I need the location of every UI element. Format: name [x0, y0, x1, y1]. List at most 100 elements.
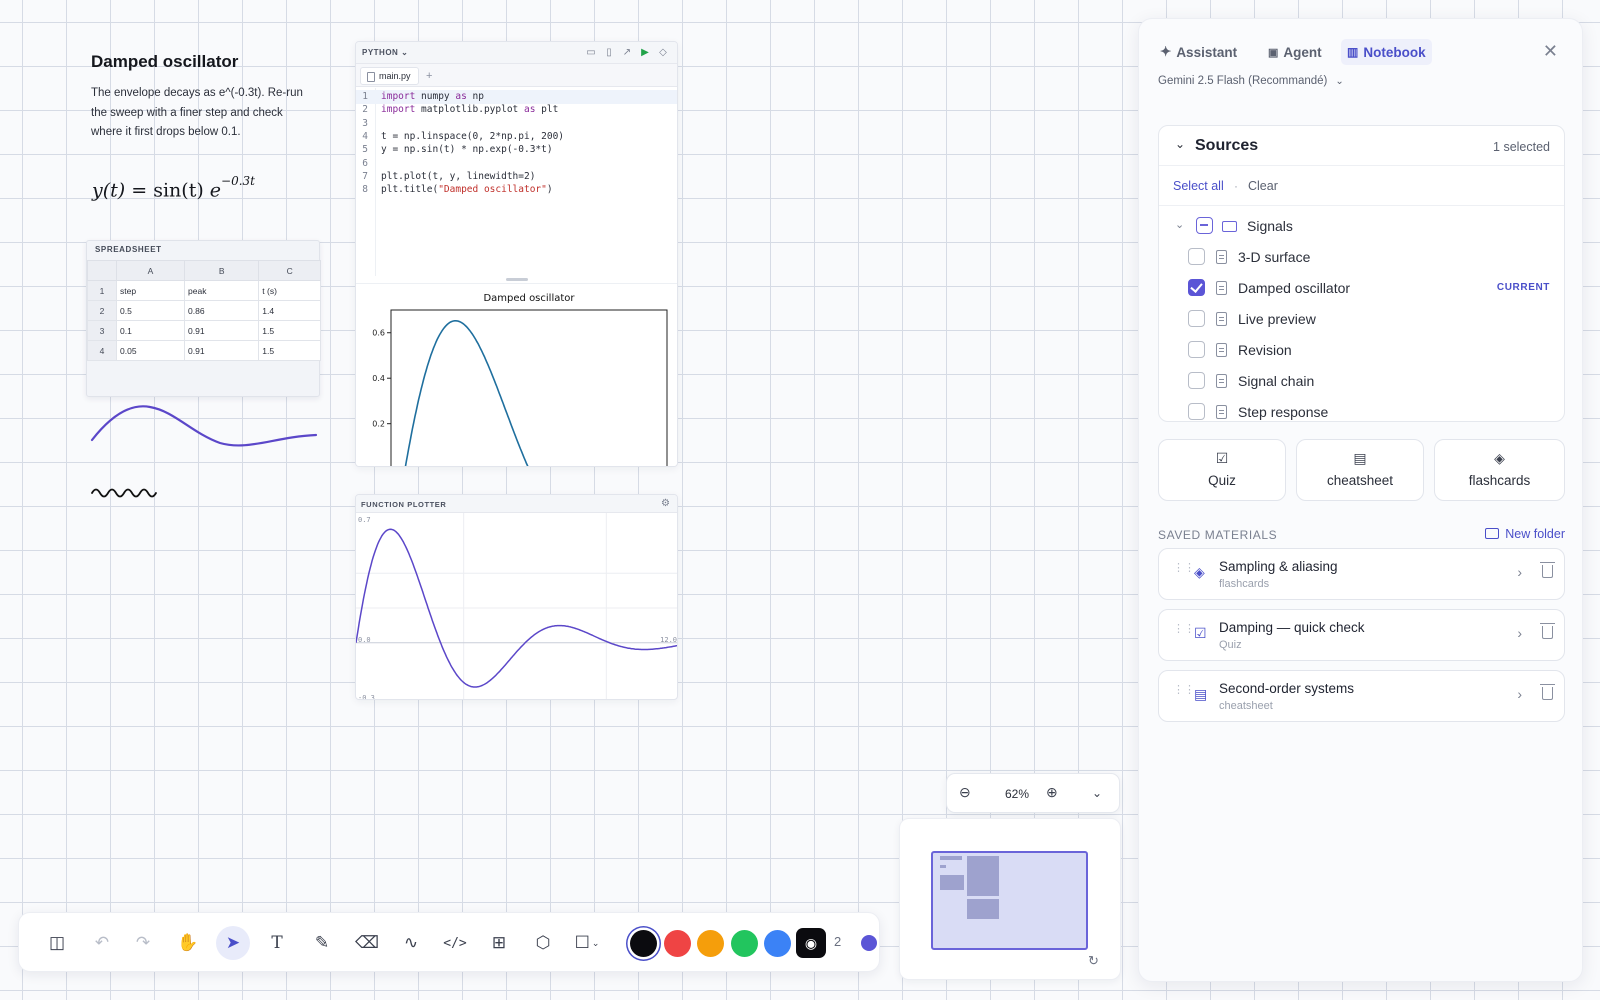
chevron-down-icon[interactable]: ⌄	[1175, 218, 1184, 231]
rectangle-tool-icon[interactable]: ☐ ⌄	[575, 931, 600, 955]
code-line[interactable]: 3	[356, 117, 677, 131]
freehand-squiggle-stroke[interactable]	[91, 488, 157, 498]
color-swatch-black[interactable]	[630, 930, 657, 957]
source-checkbox[interactable]	[1188, 279, 1205, 296]
source-checkbox[interactable]	[1188, 341, 1205, 358]
trash-icon[interactable]	[1540, 623, 1555, 639]
cheatsheet-button[interactable]: ▤ cheatsheet	[1296, 439, 1424, 501]
cell[interactable]: 1.5	[258, 320, 321, 341]
source-checkbox[interactable]	[1188, 372, 1205, 389]
sources-header[interactable]: ⌄ Sources 1 selected	[1159, 126, 1564, 166]
color-swatch-red[interactable]	[664, 930, 691, 957]
code-line[interactable]: 1 import numpy as np	[356, 90, 677, 104]
external-link-icon[interactable]: ↗	[621, 46, 633, 58]
hand-icon[interactable]: ✋	[176, 931, 200, 955]
python-cell[interactable]: PYTHON ⌄ ▭ ▯ ↗ ▶ ◇ main.py + 1 import num…	[355, 41, 678, 467]
cell[interactable]: t (s)	[258, 280, 321, 301]
saved-item[interactable]: ⋮⋮ ◈ Sampling & aliasing flashcards ›	[1158, 548, 1565, 600]
source-item[interactable]: Signal chain	[1159, 366, 1564, 396]
freehand-wave-stroke[interactable]	[90, 405, 318, 447]
cell[interactable]: 0.91	[184, 320, 260, 341]
stroke-width-value[interactable]: 2	[834, 934, 841, 949]
pen-icon[interactable]: ✎	[310, 931, 334, 955]
table-icon[interactable]: ⊞	[487, 931, 511, 955]
note-title[interactable]: Damped oscillator	[91, 52, 238, 72]
chevron-right-icon[interactable]: ›	[1517, 625, 1522, 641]
source-checkbox[interactable]	[1188, 310, 1205, 327]
drag-handle-icon[interactable]: ⋮⋮	[1173, 685, 1195, 696]
source-item[interactable]: 3-D surface	[1159, 242, 1564, 272]
color-swatch-green[interactable]	[731, 930, 758, 957]
trash-icon[interactable]	[1540, 562, 1555, 578]
language-select[interactable]: PYTHON ⌄	[362, 48, 408, 57]
folder-checkbox[interactable]	[1196, 217, 1213, 234]
function-plot-chart[interactable]: 0.7 0.0 12.0 -0.3	[356, 513, 678, 700]
color-swatch-orange[interactable]	[697, 930, 724, 957]
formula[interactable]: y(t) = sin(t) e−0.3t	[92, 174, 255, 201]
tab-agent[interactable]: ▣ Agent	[1262, 39, 1328, 65]
select-pointer-icon[interactable]: ➤	[216, 926, 250, 960]
function-plotter[interactable]: FUNCTION PLOTTER ⚙ 0.7 0.0 12.0 -0.3	[355, 494, 678, 700]
trash-icon[interactable]	[1540, 684, 1555, 700]
folder-row-signals[interactable]: ⌄ Signals	[1159, 211, 1564, 241]
column-header[interactable]: C	[258, 260, 321, 281]
add-tab-button[interactable]: +	[426, 70, 432, 82]
source-item[interactable]: Revision	[1159, 335, 1564, 365]
color-swatch-blue[interactable]	[764, 930, 791, 957]
quiz-button[interactable]: ☑ Quiz	[1158, 439, 1286, 501]
source-item[interactable]: Damped oscillator CURRENT	[1159, 273, 1564, 303]
code-line[interactable]: 4t = np.linspace(0, 2*np.pi, 200)	[356, 130, 677, 144]
shapes-3d-icon[interactable]: ⬡	[531, 931, 555, 955]
code-editor[interactable]: 1 import numpy as np 2 import matplotlib.py…	[356, 88, 677, 276]
row-number[interactable]: 3	[87, 320, 117, 341]
chevron-down-icon[interactable]: ⌄	[1092, 786, 1102, 800]
cell[interactable]: step	[115, 280, 186, 301]
resize-handle[interactable]	[506, 278, 528, 281]
cell[interactable]: 1.5	[258, 340, 321, 361]
tab-main-py[interactable]: main.py	[360, 67, 419, 85]
code-line[interactable]: 5y = np.sin(t) * np.exp(-0.3*t)	[356, 143, 677, 157]
tab-assistant[interactable]: ✦ Assistant	[1154, 39, 1243, 65]
sidebar-toggle-icon[interactable]: ◫	[45, 931, 69, 955]
panel-icon[interactable]: ▭	[585, 46, 597, 58]
cell[interactable]: 0.1	[115, 320, 186, 341]
clear-link[interactable]: Clear	[1248, 179, 1278, 193]
source-item[interactable]: Step response	[1159, 397, 1564, 421]
eraser-icon[interactable]: ⌫	[355, 931, 379, 955]
drag-handle-icon[interactable]: ⋮⋮	[1173, 563, 1195, 574]
function-plot-icon[interactable]: ∿	[399, 931, 423, 955]
stroke-color-indicator[interactable]	[861, 935, 877, 951]
source-checkbox[interactable]	[1188, 403, 1205, 420]
close-icon[interactable]: ✕	[1543, 41, 1558, 62]
code-line[interactable]: 8 plt.title("Damped oscillator")	[356, 183, 677, 197]
saved-item[interactable]: ⋮⋮ ☑ Damping — quick check Quiz ›	[1158, 609, 1565, 661]
chevron-down-icon[interactable]: ⌄	[1175, 137, 1185, 151]
code-line[interactable]: 2 import matplotlib.pyplot as plt	[356, 103, 677, 117]
new-folder-button[interactable]: New folder	[1485, 527, 1565, 541]
gear-icon[interactable]: ⚙	[661, 498, 670, 509]
cell[interactable]: 0.5	[115, 300, 186, 321]
column-header[interactable]: B	[184, 260, 260, 281]
cell[interactable]: 0.91	[184, 340, 260, 361]
code-icon[interactable]: </>	[443, 931, 467, 955]
select-all-link[interactable]: Select all	[1173, 179, 1224, 193]
reset-view-icon[interactable]: ↻	[1088, 953, 1099, 969]
eraser-icon[interactable]: ◇	[657, 46, 669, 58]
column-header[interactable]: A	[115, 260, 186, 281]
cell[interactable]: 0.86	[184, 300, 260, 321]
source-checkbox[interactable]	[1188, 248, 1205, 265]
spreadsheet-widget[interactable]: SPREADSHEET A B C 1 step peak t (s) 2 0.…	[86, 240, 321, 397]
tab-notebook[interactable]: ▥ Notebook	[1341, 39, 1432, 65]
row-number[interactable]: 4	[87, 340, 117, 361]
saved-item[interactable]: ⋮⋮ ▤ Second-order systems cheatsheet ›	[1158, 670, 1565, 722]
text-tool-icon[interactable]: T	[265, 931, 289, 955]
chevron-right-icon[interactable]: ›	[1517, 564, 1522, 580]
row-number[interactable]: 1	[87, 280, 117, 301]
row-number[interactable]: 2	[87, 300, 117, 321]
zoom-out-icon[interactable]: ⊖	[959, 784, 971, 801]
cell[interactable]: peak	[184, 280, 260, 301]
code-line[interactable]: 6	[356, 157, 677, 171]
bookmark-icon[interactable]: ▯	[603, 46, 615, 58]
source-item[interactable]: Live preview	[1159, 304, 1564, 334]
cell[interactable]: 1.4	[258, 300, 321, 321]
